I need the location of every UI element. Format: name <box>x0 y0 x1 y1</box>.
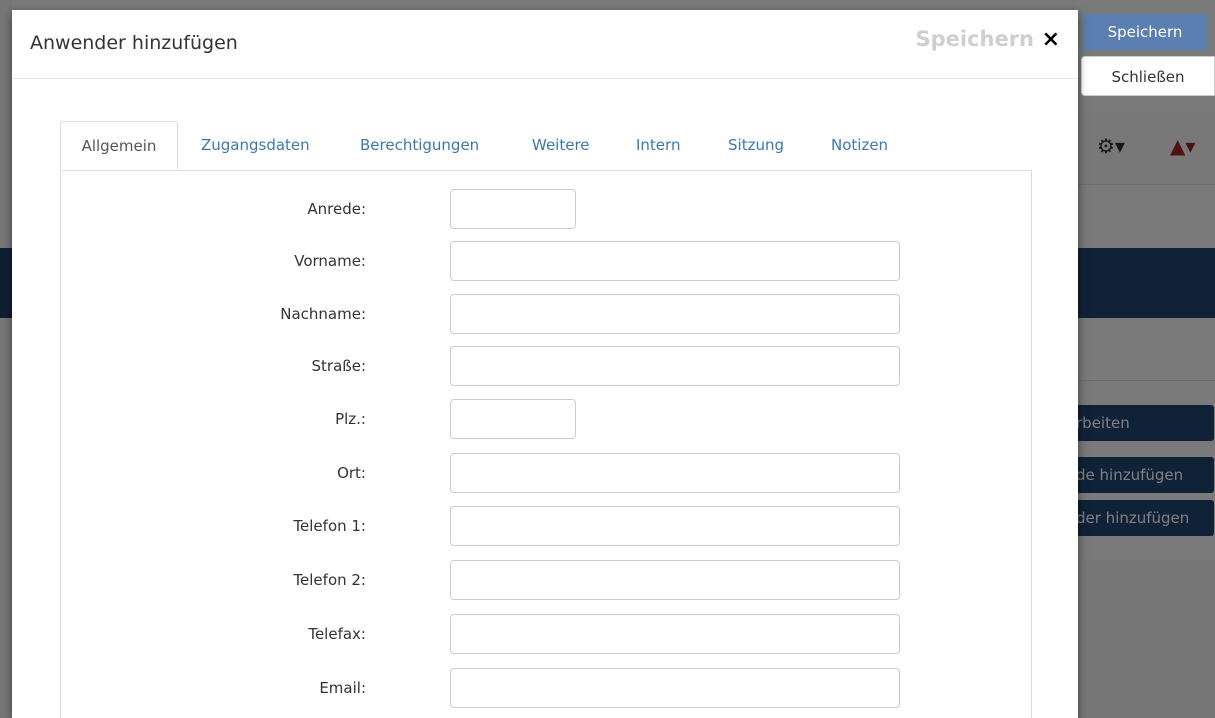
anrede-field[interactable] <box>450 189 576 229</box>
modal-header: Anwender hinzufügen Speichern × <box>12 10 1078 79</box>
tab-zugangsdaten[interactable]: Zugangsdaten <box>201 121 310 170</box>
form-row-plz: Plz.: <box>61 399 1031 439</box>
tab-panel-allgemein: Anrede: Vorname: Nachname: Straße: Plz.:… <box>60 170 1032 718</box>
anrede-label: Anrede: <box>307 200 366 218</box>
strasse-label: Straße: <box>311 357 367 375</box>
modal-title: Anwender hinzufügen <box>30 32 238 54</box>
form-row-vorname: Vorname: <box>61 241 1031 281</box>
tab-berechtigungen[interactable]: Berechtigungen <box>360 121 479 170</box>
tab-notizen[interactable]: Notizen <box>831 121 888 170</box>
telefax-field[interactable] <box>450 614 900 654</box>
form-row-nachname: Nachname: <box>61 294 1031 334</box>
vorname-label: Vorname: <box>294 252 366 270</box>
vorname-field[interactable] <box>450 241 900 281</box>
nachname-field[interactable] <box>450 294 900 334</box>
form-row-email: Email: <box>61 668 1031 708</box>
form-row-ort: Ort: <box>61 453 1031 493</box>
form-row-telefon-2: Telefon 2: <box>61 560 1031 600</box>
form-row-anrede: Anrede: <box>61 189 1031 229</box>
ort-label: Ort: <box>337 464 366 482</box>
close-button[interactable]: Schließen <box>1081 56 1215 96</box>
email-label: Email: <box>319 679 366 697</box>
strasse-field[interactable] <box>450 346 900 386</box>
header-save-button[interactable]: Speichern <box>915 27 1034 51</box>
tab-weitere[interactable]: Weitere <box>532 121 590 170</box>
telefon-1-label: Telefon 1: <box>293 517 366 535</box>
email-field[interactable] <box>450 668 900 708</box>
form-row-telefax: Telefax: <box>61 614 1031 654</box>
form-row-telefon-1: Telefon 1: <box>61 506 1031 546</box>
tab-sitzung[interactable]: Sitzung <box>728 121 784 170</box>
save-button[interactable]: Speichern <box>1083 14 1207 50</box>
telefon-2-field[interactable] <box>450 560 900 600</box>
tab-intern[interactable]: Intern <box>636 121 680 170</box>
telefax-label: Telefax: <box>308 625 366 643</box>
ort-field[interactable] <box>450 453 900 493</box>
add-user-modal: Anwender hinzufügen Speichern × Allgemei… <box>12 10 1078 718</box>
plz-field[interactable] <box>450 399 576 439</box>
plz-label: Plz.: <box>335 410 366 428</box>
tab-allgemein[interactable]: Allgemein <box>60 121 178 170</box>
telefon-2-label: Telefon 2: <box>293 571 366 589</box>
close-icon[interactable]: × <box>1042 27 1060 53</box>
form-row-strasse: Straße: <box>61 346 1031 386</box>
nachname-label: Nachname: <box>280 305 366 323</box>
telefon-1-field[interactable] <box>450 506 900 546</box>
